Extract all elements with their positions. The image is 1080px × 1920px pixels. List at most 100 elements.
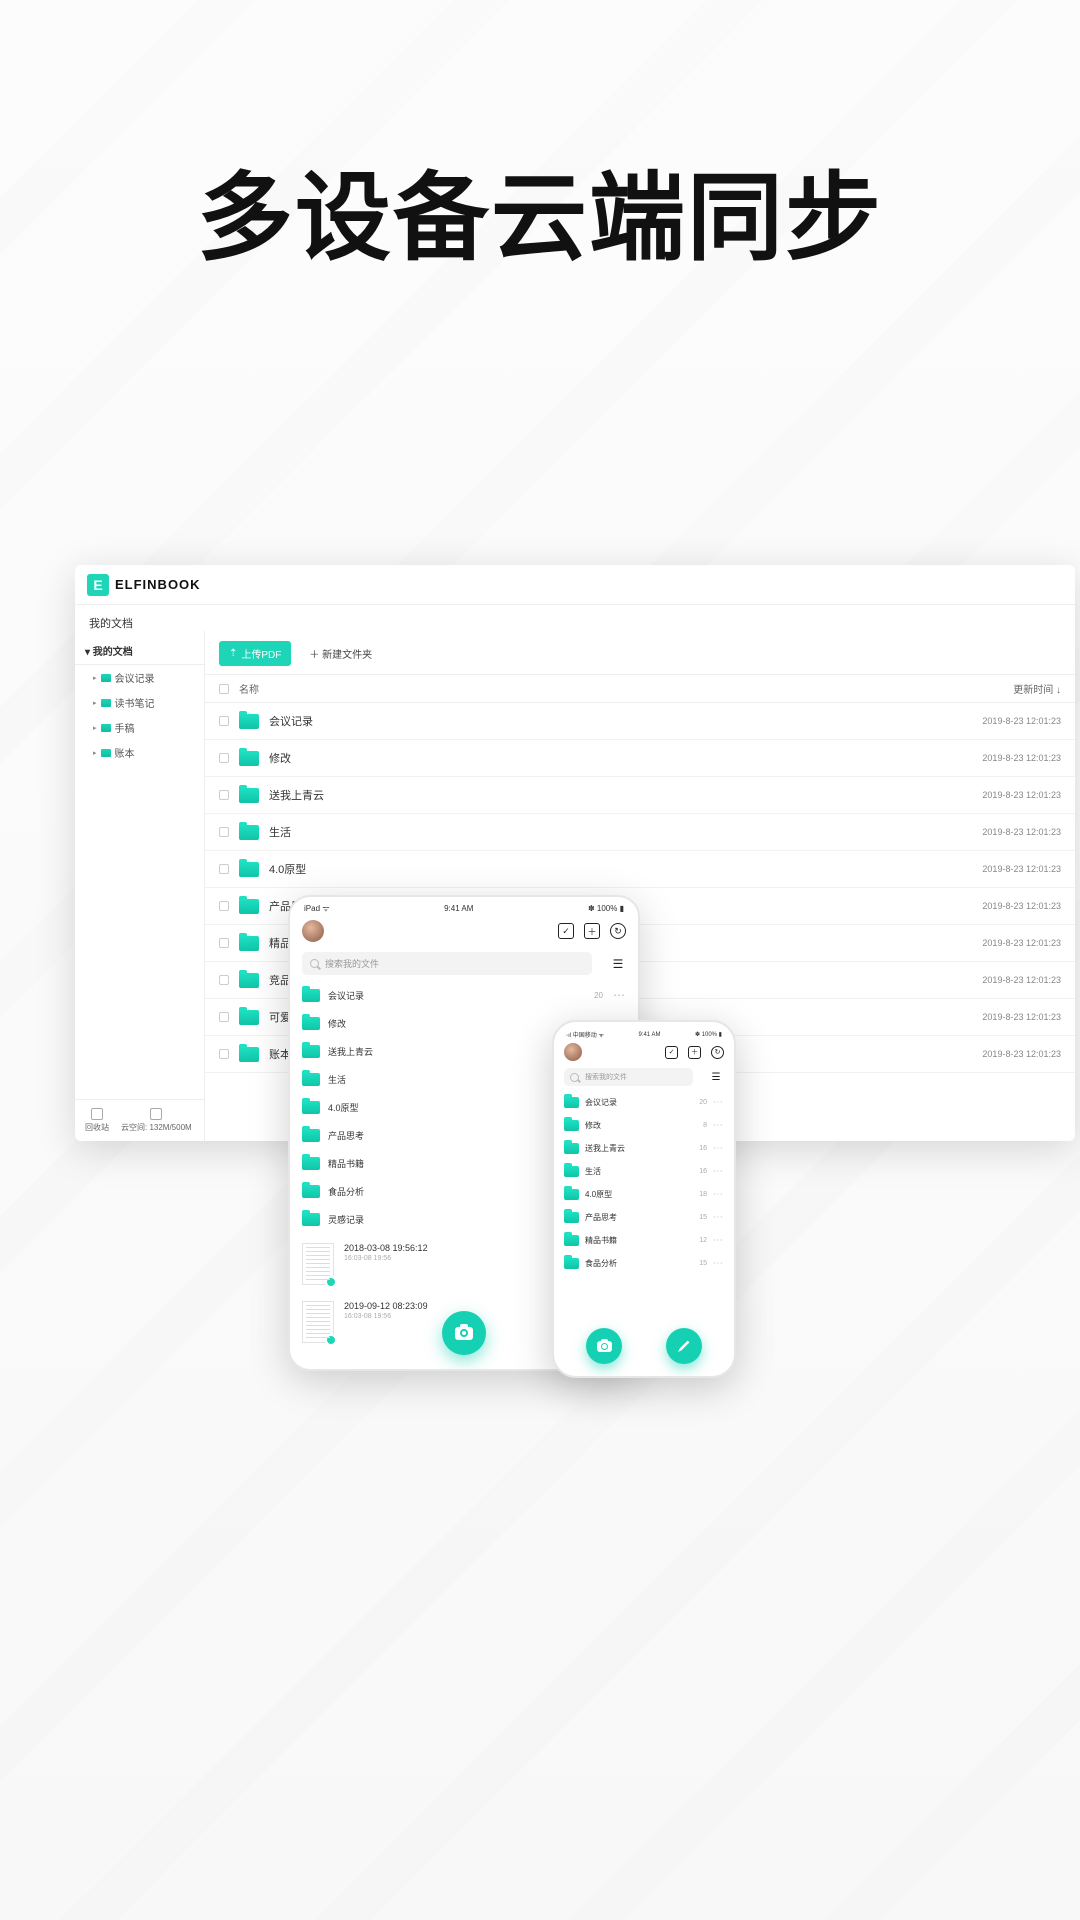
- brand-name: ELFINBOOK: [115, 577, 201, 592]
- row-checkbox[interactable]: [219, 975, 229, 985]
- add-icon[interactable]: ＋: [584, 923, 600, 939]
- row-checkbox[interactable]: [219, 1012, 229, 1022]
- row-checkbox[interactable]: [219, 716, 229, 726]
- search-input[interactable]: 搜索我的文件: [564, 1068, 693, 1086]
- table-header: 名称 更新时间 ↓: [205, 674, 1075, 703]
- folder-name: 修改: [585, 1120, 703, 1131]
- more-icon[interactable]: ⋯: [713, 1143, 724, 1154]
- folder-icon: [302, 1017, 320, 1030]
- sidebar-item-label: 读书笔记: [115, 695, 155, 710]
- camera-fab[interactable]: [586, 1328, 622, 1364]
- row-checkbox[interactable]: [219, 938, 229, 948]
- folder-name: 产品思考: [585, 1212, 699, 1223]
- list-item[interactable]: 会议记录 20 ⋯: [564, 1091, 724, 1114]
- menu-icon[interactable]: ☰: [708, 1072, 724, 1083]
- column-name[interactable]: 名称: [239, 681, 921, 696]
- folder-icon: [564, 1097, 579, 1108]
- pen-icon: [678, 1340, 690, 1352]
- avatar[interactable]: [564, 1043, 582, 1061]
- list-item[interactable]: 食品分析 15 ⋯: [564, 1252, 724, 1275]
- more-icon[interactable]: ⋯: [713, 1189, 724, 1200]
- sidebar-item-label: 会议记录: [115, 670, 155, 685]
- upload-label: 上传PDF: [241, 646, 281, 661]
- column-time[interactable]: 更新时间 ↓: [921, 681, 1061, 696]
- row-checkbox[interactable]: [219, 1049, 229, 1059]
- sync-badge-icon: [325, 1276, 337, 1288]
- sidebar-section-title[interactable]: ▾ 我的文档: [75, 637, 204, 665]
- folder-name: 精品书籍: [585, 1235, 699, 1246]
- folder-icon: [239, 751, 259, 766]
- folder-icon: [101, 724, 111, 732]
- check-icon[interactable]: ✓: [558, 923, 574, 939]
- brand-logo-icon: E: [87, 574, 109, 596]
- sidebar-footer: 回收站 云空间: 132M/500M: [75, 1099, 204, 1141]
- folder-time: 2019-8-23 12:01:23: [921, 1049, 1061, 1059]
- more-icon[interactable]: ⋯: [713, 1120, 724, 1131]
- folder-icon: [101, 674, 111, 682]
- list-item[interactable]: 4.0原型 18 ⋯: [564, 1183, 724, 1206]
- sidebar-item-meeting[interactable]: ▸会议记录: [75, 665, 204, 690]
- history-icon[interactable]: ↻: [711, 1046, 724, 1059]
- statusbar: ◦ıl 中国移动 ᯤ 9:41 AM ✽ 100% ▮: [554, 1022, 734, 1041]
- list-item[interactable]: 产品思考 15 ⋯: [564, 1206, 724, 1229]
- sidebar-item-ledger[interactable]: ▸账本: [75, 740, 204, 765]
- cloud-storage[interactable]: 云空间: 132M/500M: [121, 1108, 192, 1133]
- edit-fab[interactable]: [666, 1328, 702, 1364]
- table-row[interactable]: 修改 2019-8-23 12:01:23: [205, 740, 1075, 777]
- folder-icon: [101, 699, 111, 707]
- toolbar: ⇡上传PDF ＋ 新建文件夹: [205, 631, 1075, 674]
- avatar[interactable]: [302, 920, 324, 942]
- history-icon[interactable]: ↻: [610, 923, 626, 939]
- more-icon[interactable]: ⋯: [713, 1212, 724, 1223]
- search-icon: [570, 1073, 579, 1082]
- search-placeholder: 搜索我的文件: [325, 957, 379, 970]
- upload-pdf-button[interactable]: ⇡上传PDF: [219, 641, 291, 666]
- row-checkbox[interactable]: [219, 864, 229, 874]
- folder-name: 生活: [585, 1166, 699, 1177]
- folder-count: 16: [699, 1168, 707, 1175]
- row-checkbox[interactable]: [219, 790, 229, 800]
- folder-icon: [302, 1129, 320, 1142]
- more-icon[interactable]: ⋯: [713, 1258, 724, 1269]
- new-folder-button[interactable]: ＋ 新建文件夹: [301, 641, 380, 666]
- row-checkbox[interactable]: [219, 753, 229, 763]
- trash-button[interactable]: 回收站: [85, 1108, 109, 1133]
- table-row[interactable]: 4.0原型 2019-8-23 12:01:23: [205, 851, 1075, 888]
- search-input[interactable]: 搜索我的文件: [302, 952, 592, 975]
- more-icon[interactable]: ⋯: [613, 988, 626, 1002]
- document-thumbnail: [302, 1301, 334, 1343]
- list-item[interactable]: 精品书籍 12 ⋯: [564, 1229, 724, 1252]
- camera-fab[interactable]: [442, 1311, 486, 1355]
- menu-icon[interactable]: ☰: [610, 957, 626, 971]
- more-icon[interactable]: ⋯: [713, 1166, 724, 1177]
- list-item[interactable]: 生活 16 ⋯: [564, 1160, 724, 1183]
- select-all-checkbox[interactable]: [219, 684, 229, 694]
- sidebar-item-manuscript[interactable]: ▸手稿: [75, 715, 204, 740]
- document-thumbnail: [302, 1243, 334, 1285]
- table-row[interactable]: 会议记录 2019-8-23 12:01:23: [205, 703, 1075, 740]
- folder-icon: [302, 1157, 320, 1170]
- more-icon[interactable]: ⋯: [713, 1235, 724, 1246]
- row-checkbox[interactable]: [219, 901, 229, 911]
- sidebar-item-reading[interactable]: ▸读书笔记: [75, 690, 204, 715]
- folder-icon: [101, 749, 111, 757]
- add-icon[interactable]: ＋: [688, 1046, 701, 1059]
- row-checkbox[interactable]: [219, 827, 229, 837]
- folder-time: 2019-8-23 12:01:23: [921, 901, 1061, 911]
- breadcrumb: 我的文档: [75, 605, 1075, 631]
- folder-name: 送我上青云: [269, 787, 921, 803]
- folder-count: 8: [703, 1122, 707, 1129]
- folder-name: 生活: [269, 824, 921, 840]
- list-item[interactable]: 会议记录 20 ⋯: [302, 981, 626, 1009]
- folder-time: 2019-8-23 12:01:23: [921, 938, 1061, 948]
- folder-icon: [302, 1045, 320, 1058]
- table-row[interactable]: 送我上青云 2019-8-23 12:01:23: [205, 777, 1075, 814]
- check-icon[interactable]: ✓: [665, 1046, 678, 1059]
- table-row[interactable]: 生活 2019-8-23 12:01:23: [205, 814, 1075, 851]
- more-icon[interactable]: ⋯: [713, 1097, 724, 1108]
- list-item[interactable]: 送我上青云 16 ⋯: [564, 1137, 724, 1160]
- folder-icon: [564, 1258, 579, 1269]
- list-item[interactable]: 修改 8 ⋯: [564, 1114, 724, 1137]
- folder-icon: [564, 1166, 579, 1177]
- folder-count: 18: [699, 1191, 707, 1198]
